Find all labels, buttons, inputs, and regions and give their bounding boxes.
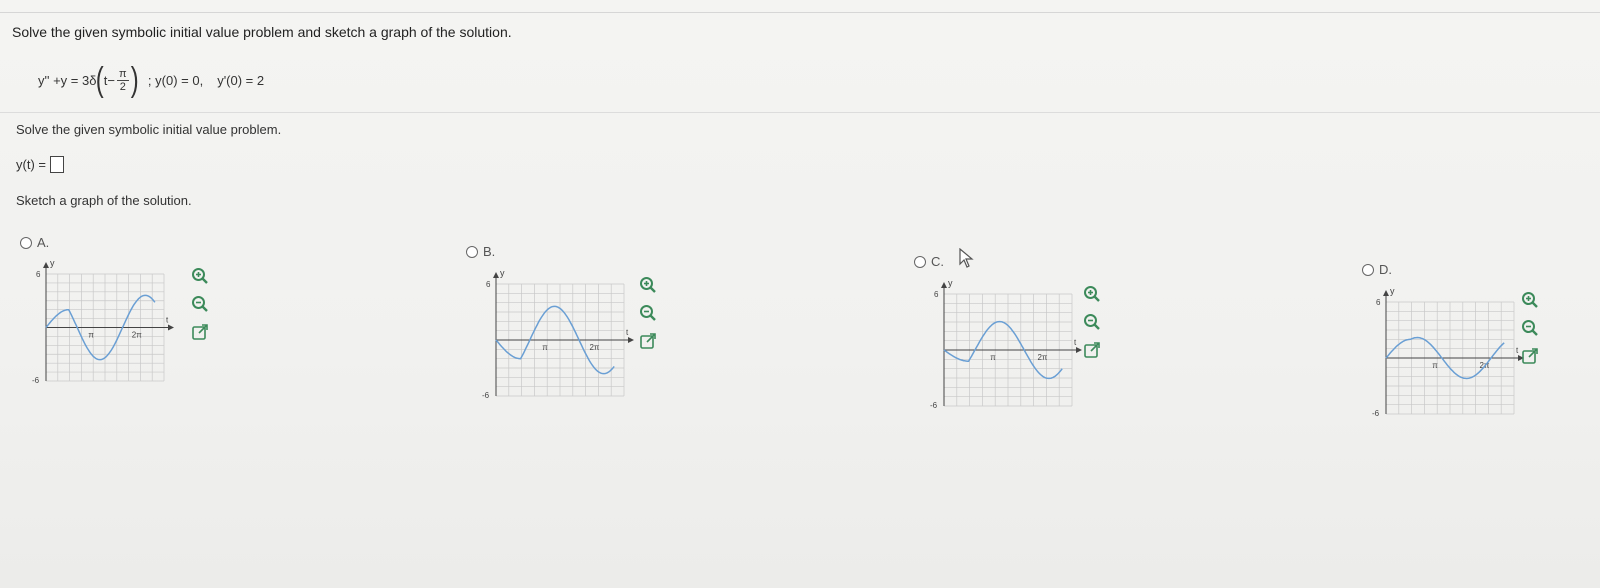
choice-c-radio[interactable] — [914, 255, 926, 268]
graph-d: y 6 -6 t π 2π — [1368, 284, 1528, 424]
graph-b-grid: y6 -6 t π 2π — [482, 268, 634, 400]
top-divider — [0, 12, 1600, 13]
answer-row: y(t) = — [16, 156, 64, 173]
t-axis-label: t — [626, 328, 629, 337]
graph-b: y 6 -6 t π 2π — [478, 266, 638, 406]
sketch-prompt: Sketch a graph of the solution. — [16, 193, 192, 208]
graph-d-tools — [1520, 290, 1540, 366]
y-axis-arrow — [941, 282, 947, 288]
y-axis-arrow — [43, 262, 49, 268]
choice-c-option[interactable]: C. — [914, 254, 944, 269]
subprompt: Solve the given symbolic initial value p… — [16, 122, 282, 137]
equation-lhs: y'' +y = 3δ — [38, 72, 97, 88]
pi-over-two: π 2 — [117, 68, 129, 93]
y-tick-bottom: -6 — [32, 376, 40, 385]
t-axis-label: t — [1516, 346, 1519, 355]
zoom-out-icon[interactable] — [1082, 312, 1102, 332]
choice-b-radio[interactable] — [466, 245, 478, 258]
graph-a-svg: y6 -6 t π 2π — [32, 258, 174, 385]
y-axis-label: y — [1390, 286, 1395, 296]
graph-c-tools — [1082, 284, 1102, 360]
tick-pi: π — [88, 331, 94, 340]
frac-numerator: π — [117, 67, 129, 81]
answer-input[interactable] — [49, 156, 64, 173]
choice-c-label: C. — [931, 254, 944, 269]
open-window-icon[interactable] — [190, 322, 210, 342]
choice-b-label: B. — [483, 244, 496, 259]
y-tick-top: 6 — [1376, 298, 1381, 307]
y-axis-arrow — [1383, 290, 1389, 296]
y-tick-bottom: -6 — [930, 401, 938, 410]
right-paren: ) — [130, 61, 139, 99]
y-axis-label: y — [50, 258, 55, 268]
tick-two-pi: 2π — [132, 331, 142, 340]
graph-c-grid: y6 -6 t π 2π — [930, 278, 1082, 410]
graph-a-grid: y6 -6 t π 2π — [32, 258, 174, 385]
graph-d-grid: y6-6tπ 2π — [1372, 286, 1524, 418]
choice-a[interactable]: A. — [20, 235, 49, 250]
answer-label: y(t) = — [16, 157, 46, 172]
equation-arg: t− — [103, 72, 115, 88]
choice-d-option[interactable]: D. — [1362, 262, 1392, 277]
initial-condition-2: y'(0) = 2 — [217, 72, 265, 88]
question-prompt: Solve the given symbolic initial value p… — [12, 24, 512, 40]
graph-b-tools — [638, 275, 658, 351]
choice-d[interactable]: D. — [1362, 262, 1392, 277]
choice-b-option[interactable]: B. — [466, 244, 495, 259]
equation: y'' +y = 3δ ( t− π 2 ) ; y(0) = 0, y'(0)… — [38, 61, 265, 99]
tick-pi: π — [542, 343, 548, 352]
choice-d-label: D. — [1379, 262, 1392, 277]
graph-a: y 6 -6 t π 2π — [28, 256, 178, 391]
open-window-icon[interactable] — [1082, 340, 1102, 360]
zoom-in-icon[interactable] — [190, 266, 210, 286]
choice-b[interactable]: B. — [466, 244, 495, 259]
y-axis-label: y — [948, 278, 953, 288]
tick-pi: π — [990, 353, 996, 362]
choice-a-label: A. — [37, 235, 50, 250]
zoom-out-icon[interactable] — [190, 294, 210, 314]
zoom-out-icon[interactable] — [638, 303, 658, 323]
y-tick-bottom: -6 — [1372, 409, 1380, 418]
choice-c[interactable]: C. — [914, 254, 944, 269]
y-tick-top: 6 — [934, 290, 939, 299]
zoom-in-icon[interactable] — [1520, 290, 1540, 310]
open-window-icon[interactable] — [1520, 346, 1540, 366]
graph-c-svg: y6 -6 t π 2π — [930, 278, 1082, 410]
graph-c: y 6 -6 t π 2π — [926, 276, 1086, 416]
graph-d-svg: y6-6tπ 2π — [1372, 286, 1524, 418]
choice-d-radio[interactable] — [1362, 263, 1374, 276]
y-axis-label: y — [500, 268, 505, 278]
t-axis-arrow — [168, 324, 174, 331]
mouse-pointer-icon — [959, 248, 974, 268]
y-tick-top: 6 — [36, 270, 41, 279]
t-axis-arrow — [628, 337, 634, 343]
zoom-in-icon[interactable] — [638, 275, 658, 295]
graph-b-svg: y6 -6 t π 2π — [482, 268, 634, 400]
tick-two-pi: 2π — [589, 343, 599, 352]
y-axis-arrow — [493, 272, 499, 278]
zoom-in-icon[interactable] — [1082, 284, 1102, 304]
y-tick-top: 6 — [486, 280, 491, 289]
zoom-out-icon[interactable] — [1520, 318, 1540, 338]
initial-condition-1: ; y(0) = 0, — [147, 72, 204, 88]
section-divider — [0, 112, 1600, 113]
y-tick-bottom: -6 — [482, 391, 490, 400]
graph-a-tools — [190, 266, 210, 342]
t-axis-label: t — [166, 316, 169, 325]
tick-two-pi: 2π — [1037, 353, 1047, 362]
choice-a-option[interactable]: A. — [20, 235, 49, 250]
left-paren: ( — [96, 61, 105, 99]
t-axis-label: t — [1074, 338, 1077, 347]
frac-denominator: 2 — [119, 80, 126, 93]
choice-a-radio[interactable] — [20, 236, 32, 249]
open-window-icon[interactable] — [638, 331, 658, 351]
tick-pi: π — [1432, 361, 1438, 370]
